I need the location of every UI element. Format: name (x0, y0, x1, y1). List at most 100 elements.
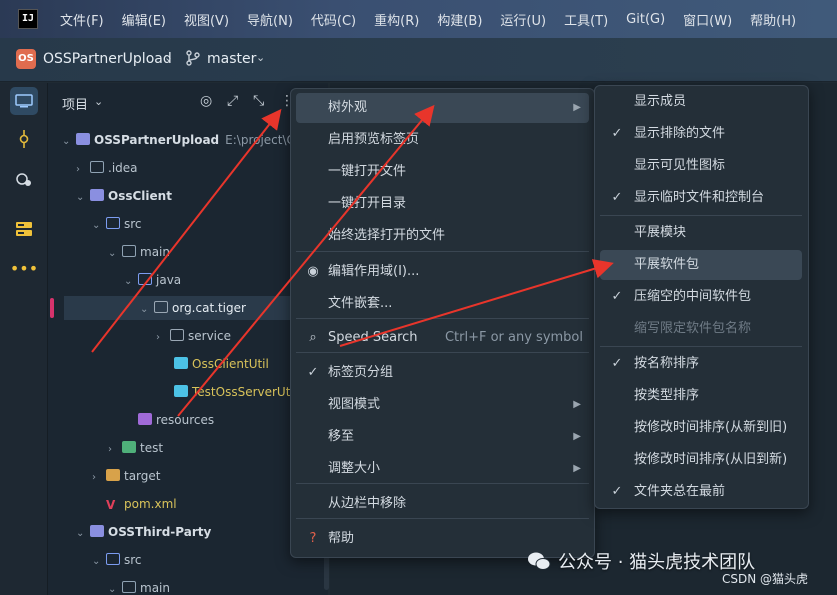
menu-item[interactable]: 视图模式 ▶ (296, 390, 589, 420)
tree-item-label: main (140, 245, 170, 259)
chevron-down-icon[interactable]: ⌄ (76, 186, 90, 210)
menu-item[interactable]: ✓ 标签页分组 (296, 358, 589, 388)
branch-name[interactable]: master (207, 51, 256, 67)
menu-item[interactable]: 运行(U) (500, 10, 546, 29)
menu-item[interactable]: 启用预览标签页 (296, 125, 589, 155)
tree-item[interactable]: ⌄ src (92, 212, 142, 236)
tree-item[interactable]: ⌄ java (124, 268, 181, 292)
menu-item[interactable]: 视图(V) (184, 10, 229, 29)
tree-item[interactable]: › .idea (76, 156, 138, 180)
chevron-right-icon: ▶ (573, 463, 581, 474)
tree-item[interactable]: › service (156, 324, 231, 348)
tree-item[interactable]: resources (124, 408, 214, 432)
chevron-down-icon[interactable]: ⌄ (92, 214, 106, 238)
submenu-item[interactable]: ✓ 文件夹总在最前 (600, 477, 802, 507)
tree-item[interactable]: ⌄ main (108, 240, 170, 264)
project-name[interactable]: OSSPartnerUpload (43, 51, 172, 67)
panel-title[interactable]: 项目 (62, 94, 88, 113)
menu-item-label: 一键打开目录 (328, 196, 407, 211)
menu-item[interactable]: 代码(C) (311, 10, 356, 29)
menu-item[interactable]: 移至 ▶ (296, 422, 589, 452)
submenu-item[interactable]: ✓ 按名称排序 (600, 349, 802, 379)
chevron-down-icon[interactable]: ⌄ (62, 130, 76, 154)
tree-item-label: org.cat.tiger (172, 301, 246, 315)
tree-item-label: pom.xml (124, 497, 177, 511)
menu-item[interactable]: 调整大小 ▶ (296, 454, 589, 484)
submenu-item[interactable]: 平展模块 (600, 218, 802, 248)
tree-item[interactable]: ⌄ org.cat.tiger (64, 296, 324, 320)
src-icon (106, 217, 120, 229)
chevron-down-icon[interactable]: ⌄ (76, 522, 90, 546)
tree-item[interactable]: ⌄ src (92, 548, 142, 572)
submenu-item[interactable]: 显示可见性图标 (600, 151, 802, 181)
app-logo-icon[interactable]: IJ (18, 9, 38, 29)
menu-item[interactable]: 工具(T) (564, 10, 608, 29)
selection-marker (50, 298, 54, 318)
more-icon[interactable]: ••• (10, 255, 38, 283)
chevron-down-icon[interactable]: ⌄ (124, 270, 138, 294)
menu-item[interactable]: 编辑(E) (122, 10, 166, 29)
chevron-right-icon[interactable]: › (156, 326, 170, 350)
submenu-item[interactable]: ✓ 显示排除的文件 (600, 119, 802, 149)
tree-item[interactable]: OssClientUtil (160, 352, 269, 376)
chevron-down-icon[interactable]: ⌄ (256, 51, 265, 64)
tree-item[interactable]: ⌄ main (108, 576, 170, 595)
submenu-item[interactable]: 按修改时间排序(从旧到新) (600, 445, 802, 475)
pkg-icon (154, 301, 168, 313)
chevron-down-icon[interactable]: ⌄ (108, 242, 122, 266)
menu-item[interactable]: 重构(R) (374, 10, 419, 29)
chevron-down-icon[interactable]: ⌄ (140, 298, 154, 322)
chevron-right-icon[interactable]: › (76, 158, 90, 182)
tree-item[interactable]: ⌄ OSSThird-Party (76, 520, 211, 544)
submenu-item[interactable]: 平展软件包 (600, 250, 802, 280)
check-icon: ✓ (611, 484, 623, 499)
tree-item-label: src (124, 217, 142, 231)
menu-item[interactable]: ◉ 编辑作用域(I)... (296, 257, 589, 287)
submenu-item[interactable]: 按修改时间排序(从新到旧) (600, 413, 802, 443)
submenu-item[interactable]: 按类型排序 (600, 381, 802, 411)
submenu-item[interactable]: 显示成员 (600, 87, 802, 117)
menu-item[interactable]: 窗口(W) (683, 10, 732, 29)
chevron-down-icon[interactable]: ⌄ (92, 550, 106, 574)
submenu-item[interactable]: ✓ 显示临时文件和控制台 (600, 183, 802, 213)
tree-item-label: main (140, 581, 170, 595)
tree-item-label: service (188, 329, 231, 343)
menu-item[interactable]: 导航(N) (247, 10, 293, 29)
menu-item[interactable]: Git(G) (626, 12, 665, 27)
target-icon[interactable]: ◎ (200, 93, 212, 109)
menu-item[interactable]: 始终选择打开的文件 (296, 221, 589, 251)
expand-icon[interactable]: ⤢ (227, 93, 238, 109)
collapse-icon[interactable]: ⤡ (253, 93, 264, 109)
tree-item[interactable]: › test (108, 436, 163, 460)
menu-item[interactable]: 从边栏中移除 (296, 489, 589, 519)
tree-item[interactable]: TestOssServerUtil (160, 380, 297, 404)
chevron-down-icon[interactable]: ⌄ (108, 578, 122, 595)
submenu-item-label: 显示可见性图标 (634, 158, 726, 173)
database-icon[interactable] (10, 215, 38, 243)
project-view-icon[interactable] (10, 87, 38, 115)
services-icon[interactable] (10, 165, 38, 193)
commit-icon[interactable] (10, 125, 38, 153)
menu-item[interactable]: 帮助(H) (750, 10, 796, 29)
tree-item[interactable]: Vpom.xml (92, 492, 177, 516)
chevron-down-icon[interactable]: ⌄ (94, 95, 103, 108)
chevron-down-icon[interactable]: ⌄ (164, 51, 173, 64)
chevron-right-icon[interactable]: › (92, 466, 106, 490)
tree-item[interactable]: ⌄ OssClient (76, 184, 172, 208)
menu-item[interactable]: ? 帮助 (296, 524, 589, 554)
menu-item[interactable]: 一键打开文件 (296, 157, 589, 187)
tree-item[interactable]: ⌄ OSSPartnerUpload E:\project\OSS (62, 128, 311, 152)
module-icon (90, 525, 104, 537)
menu-item[interactable]: 构建(B) (437, 10, 482, 29)
tree-item[interactable]: › target (92, 464, 161, 488)
menu-item[interactable]: 树外观 ▶ (296, 93, 589, 123)
menu-item[interactable]: 一键打开目录 (296, 189, 589, 219)
submenu-item-label: 按修改时间排序(从新到旧) (634, 420, 788, 435)
submenu-item[interactable]: ✓ 压缩空的中间软件包 (600, 282, 802, 312)
menu-item[interactable]: 文件(F) (60, 10, 104, 29)
menu-item[interactable]: ⌕ Speed Search Ctrl+F or any symbol (296, 323, 589, 353)
project-badge[interactable]: OS (16, 49, 36, 69)
java-class-icon (174, 357, 188, 369)
menu-item[interactable]: 文件嵌套... (296, 289, 589, 319)
chevron-right-icon[interactable]: › (108, 438, 122, 462)
